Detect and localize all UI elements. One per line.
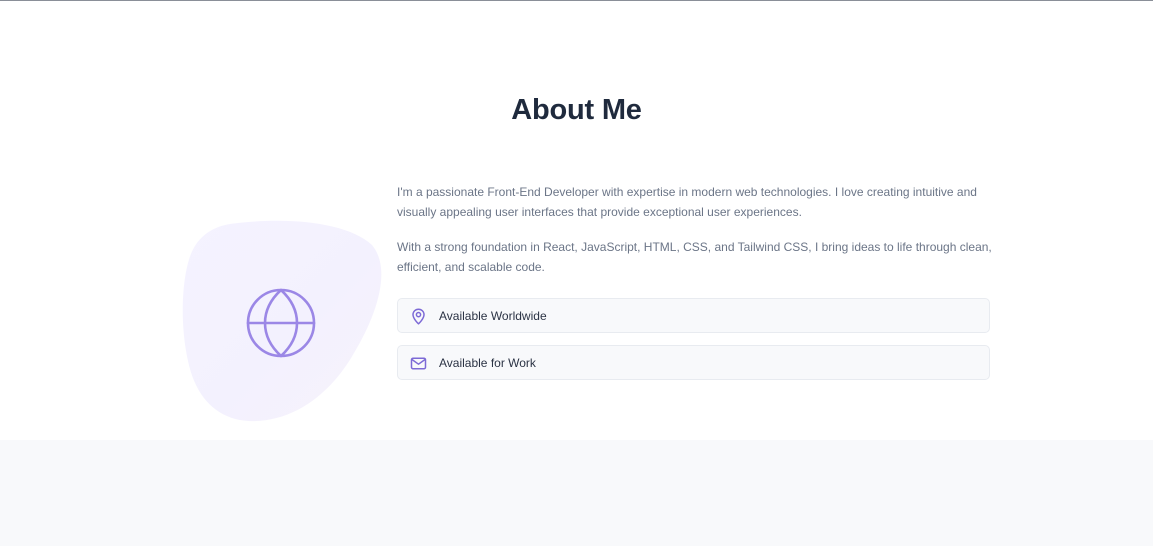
about-paragraph: With a strong foundation in React, JavaS… [397,240,992,274]
page: About Me I'm a passionate Front-End Deve… [0,0,1153,546]
info-card-location: Available Worldwide [397,298,990,333]
map-pin-icon [410,308,427,325]
about-paragraph: I'm a passionate Front-End Developer wit… [397,185,977,219]
section-title: About Me [511,94,642,126]
info-card-label: Available for Work [439,356,536,370]
globe-icon [245,287,317,359]
mail-icon [410,355,427,372]
next-section [0,440,1153,546]
info-card-label: Available Worldwide [439,309,547,323]
info-card-work: Available for Work [397,345,990,380]
about-section: About Me I'm a passionate Front-End Deve… [0,1,1153,440]
